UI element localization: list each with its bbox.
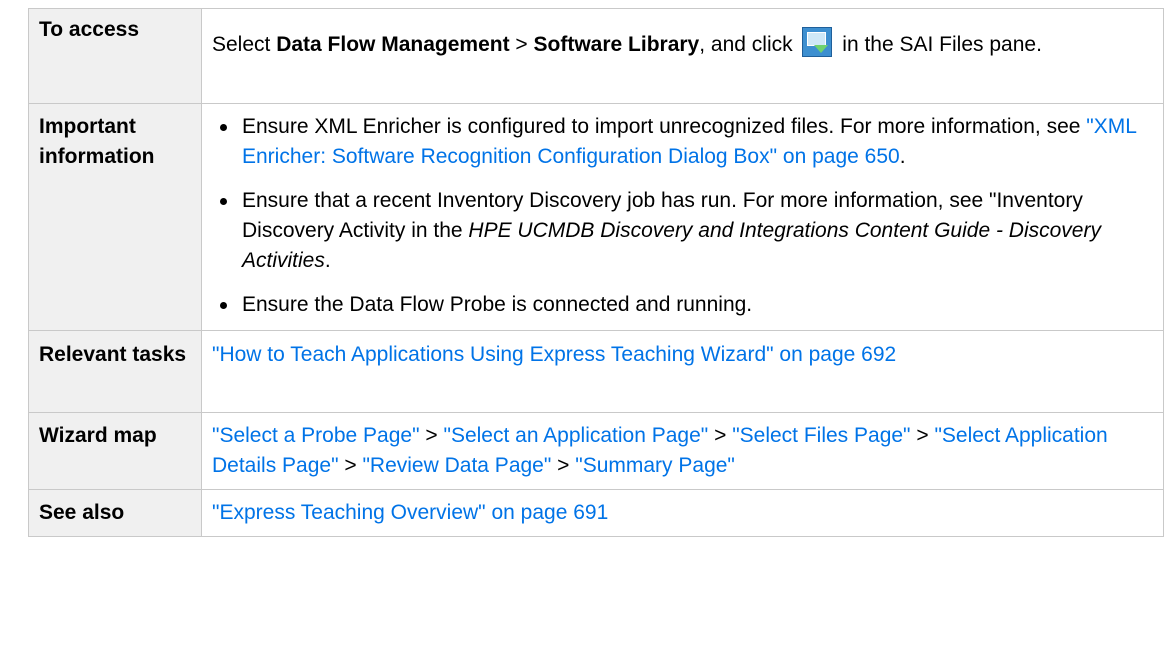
bullet-2-end: . [324,249,331,272]
wizard-separator: > [910,424,935,447]
row-important-information: Important information Ensure XML Enriche… [28,103,1164,331]
label-see-also: See also [28,489,202,537]
row-wizard-map: Wizard map "Select a Probe Page" > "Sele… [28,412,1164,490]
bullet-data-flow-probe: Ensure the Data Flow Probe is connected … [212,290,1153,320]
access-content: Select Data Flow Management > Software L… [201,8,1164,104]
bullet-inventory-discovery: Ensure that a recent Inventory Discovery… [212,186,1153,276]
label-important-information: Important information [28,103,202,331]
access-text-4: in the SAI Files pane. [836,33,1042,56]
access-text-1: Select [212,33,277,56]
bullet-1-text: Ensure XML Enricher is configured to imp… [242,115,1087,138]
label-relevant-tasks: Relevant tasks [28,330,202,413]
add-files-icon [802,27,833,57]
link-select-files-page[interactable]: "Select Files Page" [732,424,910,447]
label-wizard-map: Wizard map [28,412,202,490]
wizard-separator: > [338,454,363,477]
info-table: To access Select Data Flow Management > … [28,8,1164,537]
access-text-2: > [509,33,534,56]
access-text-3: , and click [699,33,799,56]
bullet-1-end: . [899,145,906,168]
row-relevant-tasks: Relevant tasks "How to Teach Application… [28,330,1164,413]
link-how-to-teach-applications[interactable]: "How to Teach Applications Using Express… [212,343,896,366]
bullet-dot-icon [220,198,227,205]
wizard-separator: > [419,424,444,447]
bullet-dot-icon [220,302,227,309]
bullet-xml-enricher: Ensure XML Enricher is configured to imp… [212,112,1153,172]
link-select-probe-page[interactable]: "Select a Probe Page" [212,424,420,447]
bullet-3-text: Ensure the Data Flow Probe is connected … [242,293,753,316]
link-express-teaching-overview[interactable]: "Express Teaching Overview" on page 691 [212,501,608,524]
link-review-data-page[interactable]: "Review Data Page" [362,454,551,477]
wizard-separator: > [551,454,576,477]
tasks-content: "How to Teach Applications Using Express… [201,330,1164,413]
see-also-content: "Express Teaching Overview" on page 691 [201,489,1164,537]
wizard-separator: > [708,424,733,447]
link-select-application-page[interactable]: "Select an Application Page" [443,424,708,447]
row-to-access: To access Select Data Flow Management > … [28,8,1164,104]
important-content: Ensure XML Enricher is configured to imp… [201,103,1164,331]
menu-data-flow-management: Data Flow Management [276,33,510,56]
row-see-also: See also "Express Teaching Overview" on … [28,489,1164,537]
important-bullet-list: Ensure XML Enricher is configured to imp… [212,112,1153,320]
wizard-map-content: "Select a Probe Page" > "Select an Appli… [201,412,1164,490]
bullet-dot-icon [220,124,227,131]
menu-software-library: Software Library [533,33,700,56]
label-to-access: To access [28,8,202,104]
link-summary-page[interactable]: "Summary Page" [575,454,735,477]
